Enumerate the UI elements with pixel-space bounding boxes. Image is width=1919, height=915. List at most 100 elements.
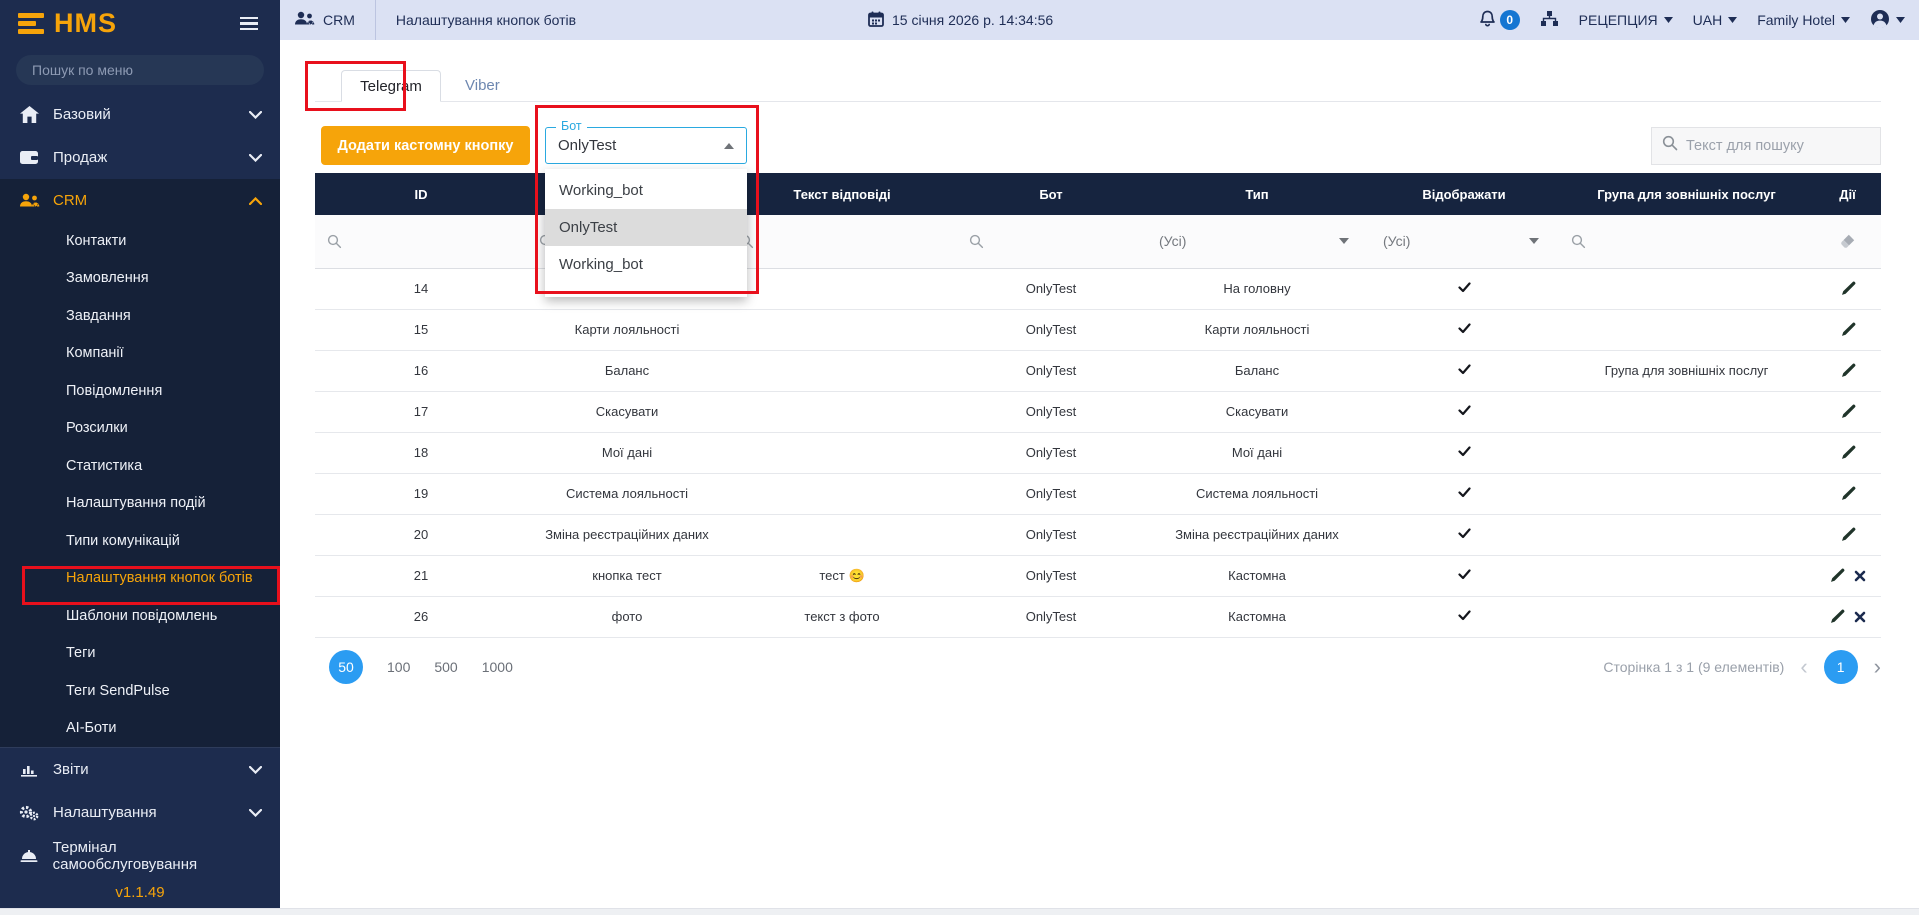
currency-selector[interactable]: UAH: [1693, 12, 1738, 28]
filter-visible-select[interactable]: (Усі): [1369, 233, 1559, 249]
sidebar-item-bot-buttons-settings[interactable]: Налаштування кнопок ботів: [0, 560, 280, 598]
page-size-50[interactable]: 50: [329, 650, 363, 684]
sidebar-item-sales[interactable]: Продаж: [0, 136, 280, 179]
filter-bot-input[interactable]: [957, 234, 1145, 249]
col-header-type[interactable]: Тип: [1145, 173, 1369, 215]
col-header-visible[interactable]: Відображати: [1369, 173, 1559, 215]
sidebar-item-messages[interactable]: Повідомлення: [0, 372, 280, 410]
sidebar-item-tags-sendpulse[interactable]: Теги SendPulse: [0, 672, 280, 710]
edit-pencil-icon[interactable]: [1829, 568, 1845, 584]
sidebar-item-tasks[interactable]: Завдання: [0, 297, 280, 335]
breadcrumb-root[interactable]: CRM: [323, 12, 355, 28]
sidebar-item-orders[interactable]: Замовлення: [0, 260, 280, 298]
sidebar-collapse-icon[interactable]: [236, 13, 262, 35]
sidebar-item-statistics[interactable]: Статистика: [0, 447, 280, 485]
edit-pencil-icon[interactable]: [1840, 527, 1856, 543]
cell-id: 19: [315, 473, 527, 514]
sidebar-item-crm[interactable]: CRM: [0, 179, 280, 222]
tab-telegram[interactable]: Telegram: [341, 70, 441, 102]
toolbar: Додати кастомну кнопку Бот OnlyTest: [315, 126, 1881, 165]
edit-pencil-icon[interactable]: [1840, 445, 1856, 461]
sidebar-item-ai-bots[interactable]: AI-Боти: [0, 710, 280, 748]
next-page-chevron-icon[interactable]: ›: [1874, 656, 1881, 678]
prev-page-chevron-icon[interactable]: ‹: [1800, 656, 1807, 678]
sidebar-item-companies[interactable]: Компанії: [0, 335, 280, 373]
logo-text: HMS: [54, 8, 117, 39]
hotel-label: Family Hotel: [1757, 12, 1835, 28]
caret-up-icon: [724, 143, 734, 149]
sidebar-item-settings[interactable]: Налаштування: [0, 791, 280, 834]
sidebar: HMS Базовий Продаж: [0, 0, 280, 908]
sidebar-item-basic[interactable]: Базовий: [0, 93, 280, 136]
edit-pencil-icon[interactable]: [1840, 281, 1856, 297]
filter-type-select[interactable]: (Усі): [1145, 233, 1369, 249]
col-header-id[interactable]: ID: [315, 173, 527, 215]
add-custom-button[interactable]: Додати кастомну кнопку: [321, 126, 530, 165]
col-header-reply[interactable]: Текст відповіді: [727, 173, 957, 215]
sidebar-item-communication-types[interactable]: Типи комунікацій: [0, 522, 280, 560]
grid-search-box: [1651, 127, 1881, 165]
sitemap-icon[interactable]: [1540, 10, 1559, 30]
col-header-bot[interactable]: Бот: [957, 173, 1145, 215]
cell-name: Система лояльності: [527, 473, 727, 514]
current-page-button[interactable]: 1: [1824, 650, 1858, 684]
edit-pencil-icon[interactable]: [1829, 609, 1845, 625]
table-row[interactable]: 20 Зміна реєстраційних даних OnlyTest Зм…: [315, 514, 1881, 555]
user-menu[interactable]: [1870, 9, 1905, 32]
bot-select[interactable]: Бот OnlyTest: [545, 127, 747, 164]
sidebar-item-self-service-terminal[interactable]: Термінал самообслуговування: [0, 834, 280, 877]
chevron-up-icon: [249, 197, 262, 205]
delete-x-icon[interactable]: [1854, 611, 1866, 623]
check-icon: [1458, 528, 1471, 539]
sidebar-item-reports[interactable]: Звіти: [0, 748, 280, 791]
table-row[interactable]: 15 Карти лояльності OnlyTest Карти лояль…: [315, 309, 1881, 350]
table-row[interactable]: 17 Скасувати OnlyTest Скасувати: [315, 391, 1881, 432]
col-header-group[interactable]: Група для зовнішніх послуг: [1559, 173, 1814, 215]
cell-reply: [727, 309, 957, 350]
hotel-selector[interactable]: Family Hotel: [1757, 12, 1850, 28]
filter-reply-input[interactable]: [727, 234, 957, 249]
page-size-100[interactable]: 100: [387, 659, 410, 675]
edit-pencil-icon[interactable]: [1840, 404, 1856, 420]
cell-visible: [1369, 473, 1559, 514]
menu-search-input[interactable]: [16, 55, 264, 85]
edit-pencil-icon[interactable]: [1840, 322, 1856, 338]
sidebar-item-event-settings[interactable]: Налаштування подій: [0, 485, 280, 523]
cell-visible: [1369, 432, 1559, 473]
sidebar-item-contacts[interactable]: Контакти: [0, 222, 280, 260]
sidebar-item-mailings[interactable]: Розсилки: [0, 410, 280, 448]
cell-id: 26: [315, 596, 527, 637]
delete-x-icon[interactable]: [1854, 570, 1866, 582]
grid-search-input[interactable]: [1686, 138, 1866, 154]
filter-group-input[interactable]: [1559, 234, 1814, 249]
caret-down-icon: [1896, 17, 1905, 23]
clear-filters-button[interactable]: [1814, 233, 1881, 250]
tab-viber[interactable]: Viber: [441, 70, 524, 101]
sidebar-item-message-templates[interactable]: Шаблони повідомлень: [0, 597, 280, 635]
filter-id-input[interactable]: [315, 234, 527, 249]
table-row[interactable]: 26 фото текст з фото OnlyTest Кастомна: [315, 596, 1881, 637]
cell-type: Баланс: [1145, 350, 1369, 391]
caret-down-icon: [1664, 17, 1673, 23]
dropdown-option-selected[interactable]: OnlyTest: [545, 209, 747, 246]
table-row[interactable]: 18 Мої дані OnlyTest Мої дані: [315, 432, 1881, 473]
bar-chart-icon: [18, 762, 40, 777]
table-row[interactable]: 19 Система лояльності OnlyTest Система л…: [315, 473, 1881, 514]
edit-pencil-icon[interactable]: [1840, 486, 1856, 502]
notifications-button[interactable]: 0: [1479, 10, 1520, 31]
horizontal-scrollbar[interactable]: [0, 908, 1919, 915]
dropdown-option[interactable]: Working_bot: [545, 172, 747, 209]
dropdown-option[interactable]: Working_bot: [545, 246, 747, 283]
page-size-500[interactable]: 500: [434, 659, 457, 675]
table-row[interactable]: 16 Баланс OnlyTest Баланс Група для зовн…: [315, 350, 1881, 391]
breadcrumb-divider: [375, 0, 376, 40]
page-size-1000[interactable]: 1000: [482, 659, 513, 675]
cell-id: 21: [315, 555, 527, 596]
sidebar-item-tags[interactable]: Теги: [0, 635, 280, 673]
department-selector[interactable]: РЕЦЕПЦИЯ: [1579, 12, 1673, 28]
page-info: Сторінка 1 з 1 (9 елементів): [1603, 659, 1784, 675]
app-logo[interactable]: HMS: [18, 8, 117, 39]
table-row[interactable]: 21 кнопка тест тест 😊 OnlyTest Кастомна: [315, 555, 1881, 596]
edit-pencil-icon[interactable]: [1840, 363, 1856, 379]
cell-bot: OnlyTest: [957, 473, 1145, 514]
